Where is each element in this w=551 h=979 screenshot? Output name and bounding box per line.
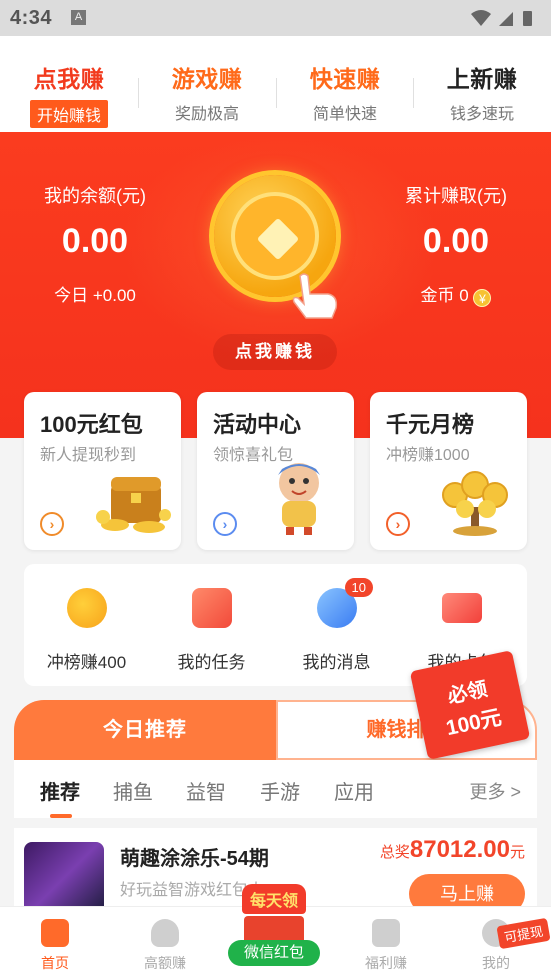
click-earn-button[interactable]: 点我赚钱 — [213, 334, 337, 370]
nav-label: 首页 — [41, 955, 69, 971]
quick-my-messages[interactable]: 10 我的消息 — [274, 578, 399, 673]
tab-subtitle: 奖励极高 — [174, 106, 239, 123]
quick-rank-400[interactable]: 冲榜赚400 — [24, 588, 149, 673]
nav-label: 高额赚 — [144, 955, 186, 971]
tab-title: 点我赚 — [33, 66, 105, 92]
wifi-icon — [471, 10, 491, 26]
tab-title: 快速赚 — [309, 66, 381, 92]
game-title: 萌趣涂涂乐-54期 — [120, 848, 269, 870]
nav-welfare[interactable]: 福利赚 — [336, 919, 436, 973]
diamond-icon — [256, 217, 300, 261]
category-puzzle[interactable]: 益智 — [186, 776, 226, 805]
more-link[interactable]: 更多 > — [469, 778, 521, 804]
mascot-icon — [266, 457, 332, 542]
card-monthly-ranking[interactable]: 千元月榜 冲榜赚1000 › — [370, 392, 527, 550]
prize-prefix: 总奖 — [379, 844, 410, 861]
message-icon: 10 — [316, 578, 373, 628]
signal-icon — [499, 12, 513, 26]
calendar-icon — [191, 588, 232, 628]
category-recommend[interactable]: 推荐 — [40, 776, 80, 818]
coin-inner — [231, 192, 319, 280]
tab-title: 游戏赚 — [171, 66, 243, 92]
money-bag-icon — [151, 919, 179, 947]
card-red-packet[interactable]: 100元红包 新人提现秒到 › — [24, 392, 181, 550]
tab-today-recommend[interactable]: 今日推荐 — [14, 700, 276, 760]
game-prize: 总奖87012.00元 — [380, 836, 525, 864]
gift-icon — [372, 919, 400, 947]
category-app[interactable]: 应用 — [334, 776, 374, 805]
arrow-right-icon[interactable]: › — [386, 512, 410, 536]
tab-shangxinzhuan[interactable]: 上新赚 钱多速玩 — [413, 60, 551, 124]
wechat-promo-top: 每天领 — [241, 884, 306, 914]
battery-icon — [523, 11, 532, 26]
nav-label: 我的 — [482, 955, 510, 971]
quick-label: 我的任务 — [177, 653, 246, 672]
game-thumbnail — [24, 842, 104, 914]
status-bar: 4:34 A — [0, 0, 551, 36]
tab-subtitle: 钱多速玩 — [449, 106, 514, 123]
top-tabs: 点我赚 开始赚钱 游戏赚 奖励极高 快速赚 简单快速 上新赚 钱多速玩 — [0, 36, 551, 132]
card-activity-center[interactable]: 活动中心 领惊喜礼包 › — [197, 392, 354, 550]
nav-high-earn[interactable]: 高额赚 — [115, 919, 215, 973]
card-title: 千元月榜 — [386, 412, 475, 437]
pointing-hand-icon — [290, 272, 342, 327]
nav-label: 福利赚 — [365, 955, 407, 971]
earned-block: 累计赚取(元) 0.00 金币 0 ¥ — [361, 182, 551, 307]
yuan-coin-icon — [66, 588, 107, 628]
today-earnings: 今日 +0.00 — [54, 286, 136, 305]
coin-icon: ¥ — [473, 289, 492, 307]
unread-badge: 10 — [344, 578, 373, 597]
card-title: 活动中心 — [213, 412, 302, 437]
balance-label: 我的余额(元) — [44, 186, 146, 206]
coins-row: 金币 0 ¥ — [361, 281, 551, 307]
tab-dianwozhuan[interactable]: 点我赚 开始赚钱 — [0, 60, 138, 128]
category-tabs: 推荐 捕鱼 益智 手游 应用 更多 > — [14, 760, 537, 818]
home-icon — [41, 919, 69, 947]
tab-title: 上新赚 — [446, 66, 518, 92]
card-subtitle: 冲榜赚1000 — [386, 447, 470, 464]
coins-text: 金币 0 — [420, 286, 469, 305]
status-time: 4:34 — [10, 7, 53, 29]
balance-value: 0.00 — [61, 222, 129, 260]
system-icons — [469, 8, 539, 34]
wechat-red-packet-button[interactable]: 每天领 微信红包 — [224, 884, 324, 970]
arrow-right-icon[interactable]: › — [213, 512, 237, 536]
quick-my-tasks[interactable]: 我的任务 — [149, 588, 274, 673]
notification-icon: A — [71, 10, 86, 25]
quick-label: 冲榜赚400 — [46, 653, 127, 672]
prize-unit: 元 — [509, 844, 525, 861]
earned-value: 0.00 — [422, 222, 490, 260]
tab-subtitle: 开始赚钱 — [29, 100, 108, 128]
wechat-promo-label: 微信红包 — [228, 940, 320, 966]
arrow-right-icon[interactable]: › — [40, 512, 64, 536]
prize-value: 87012.00 — [409, 836, 510, 863]
balance-block: 我的余额(元) 0.00 今日 +0.00 — [0, 182, 190, 306]
nav-home[interactable]: 首页 — [5, 919, 105, 973]
card-title: 100元红包 — [40, 412, 143, 437]
category-fishing[interactable]: 捕鱼 — [113, 776, 153, 805]
tab-subtitle: 简单快速 — [312, 106, 377, 123]
money-tree-icon — [433, 467, 519, 542]
ticket-icon — [441, 593, 482, 623]
card-subtitle: 新人提现秒到 — [40, 447, 137, 464]
tab-youxizhuan[interactable]: 游戏赚 奖励极高 — [138, 60, 276, 124]
earned-label: 累计赚取(元) — [405, 186, 507, 206]
tab-kuaisuzhuan[interactable]: 快速赚 简单快速 — [276, 60, 414, 124]
category-mobile-game[interactable]: 手游 — [260, 776, 300, 805]
treasure-chest-icon — [91, 463, 173, 542]
quick-label: 我的消息 — [302, 653, 371, 672]
